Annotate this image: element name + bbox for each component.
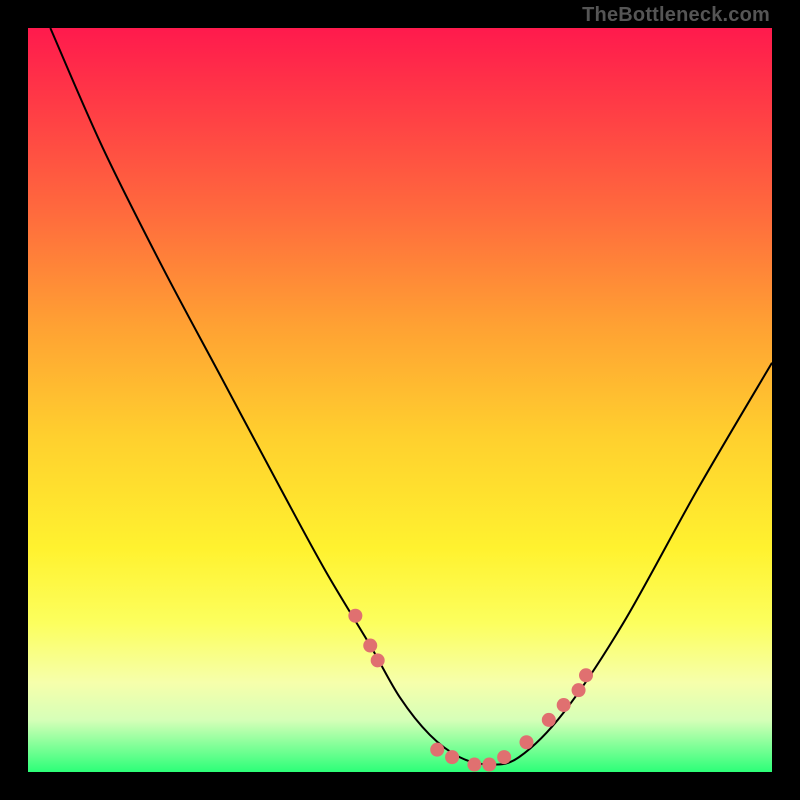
- plot-area: [28, 28, 772, 772]
- chart-frame: TheBottleneck.com: [0, 0, 800, 800]
- highlight-dot: [519, 735, 533, 749]
- highlight-dot: [430, 743, 444, 757]
- highlight-dot: [579, 668, 593, 682]
- highlight-dot: [557, 698, 571, 712]
- highlight-dot: [348, 609, 362, 623]
- highlight-dot: [482, 758, 496, 772]
- attribution-label: TheBottleneck.com: [582, 4, 770, 27]
- bottleneck-curve: [50, 28, 772, 765]
- highlight-dot: [445, 750, 459, 764]
- highlight-dot: [572, 683, 586, 697]
- highlight-dot: [467, 758, 481, 772]
- highlight-dot: [542, 713, 556, 727]
- highlight-dots: [348, 609, 593, 772]
- curve-layer: [28, 28, 772, 772]
- highlight-dot: [497, 750, 511, 764]
- highlight-dot: [363, 639, 377, 653]
- highlight-dot: [371, 653, 385, 667]
